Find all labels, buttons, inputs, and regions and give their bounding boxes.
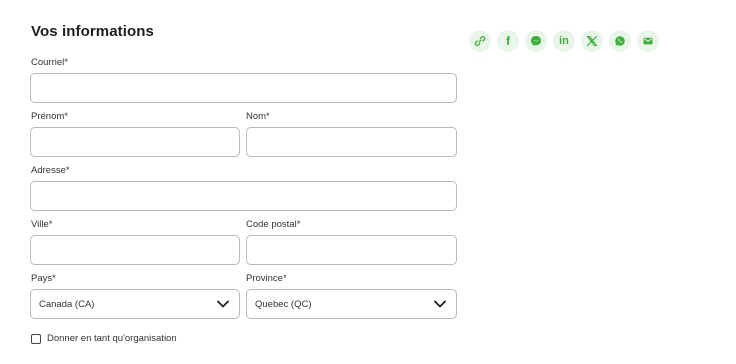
whatsapp-icon xyxy=(615,36,625,46)
x-icon xyxy=(586,35,598,47)
lastname-field[interactable] xyxy=(246,127,457,157)
share-x-button[interactable] xyxy=(581,30,603,52)
organisation-checkbox[interactable] xyxy=(31,333,41,344)
email-label: Courriel* xyxy=(31,57,68,68)
address-label: Adresse* xyxy=(31,165,70,176)
province-label: Province* xyxy=(246,273,287,284)
firstname-field[interactable] xyxy=(30,127,240,157)
link-icon xyxy=(474,36,486,46)
facebook-icon: f xyxy=(506,34,510,48)
country-selected-value: Canada (CA) xyxy=(39,298,95,310)
country-label: Pays* xyxy=(31,273,56,284)
share-bar: f in xyxy=(469,30,659,52)
city-label: Ville* xyxy=(31,219,53,230)
postal-code-field[interactable] xyxy=(246,235,457,265)
firstname-label: Prénom* xyxy=(31,111,68,122)
share-linkedin-button[interactable]: in xyxy=(553,30,575,52)
share-facebook-button[interactable]: f xyxy=(497,30,519,52)
organisation-checkbox-row[interactable]: Donner en tant qu'organisation xyxy=(31,333,177,344)
messenger-icon xyxy=(531,36,541,46)
city-field[interactable] xyxy=(30,235,240,265)
province-selected-value: Quebec (QC) xyxy=(255,298,312,310)
linkedin-icon: in xyxy=(559,34,569,47)
country-select[interactable]: Canada (CA) xyxy=(30,289,240,319)
chevron-down-icon xyxy=(434,300,446,308)
postal-code-label: Code postal* xyxy=(246,219,301,230)
form-title: Vos informations xyxy=(31,23,154,40)
organisation-checkbox-label: Donner en tant qu'organisation xyxy=(47,333,177,344)
chevron-down-icon xyxy=(217,300,229,308)
email-icon xyxy=(643,37,653,45)
share-whatsapp-button[interactable] xyxy=(609,30,631,52)
address-field[interactable] xyxy=(30,181,457,211)
share-messenger-button[interactable] xyxy=(525,30,547,52)
email-field[interactable] xyxy=(30,73,457,103)
lastname-label: Nom* xyxy=(246,111,270,122)
share-email-button[interactable] xyxy=(637,30,659,52)
share-link-button[interactable] xyxy=(469,30,491,52)
province-select[interactable]: Quebec (QC) xyxy=(246,289,457,319)
